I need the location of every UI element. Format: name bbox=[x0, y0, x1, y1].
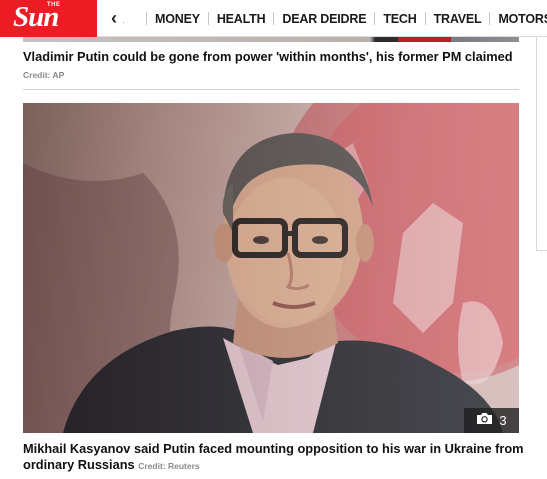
nav-item-tech[interactable]: TECH bbox=[366, 11, 417, 26]
nav-label: DEAR DEIDRE bbox=[282, 11, 367, 26]
nav-item-money[interactable]: MONEY bbox=[138, 12, 200, 26]
nav-divider bbox=[374, 12, 376, 25]
nav-divider bbox=[146, 12, 147, 25]
nav-label: MONEY bbox=[155, 11, 200, 26]
nav-divider bbox=[273, 12, 275, 25]
scrollbar-rail[interactable] bbox=[536, 37, 547, 251]
the-sun-logo[interactable]: THE Sun bbox=[0, 0, 97, 37]
divider bbox=[23, 89, 519, 90]
nav-label: HEALTH bbox=[216, 11, 266, 26]
previous-image-red-detail bbox=[398, 37, 451, 42]
nav-divider bbox=[207, 12, 209, 25]
nav-item-health[interactable]: HEALTH bbox=[200, 12, 266, 26]
nav-item-travel[interactable]: TRAVEL bbox=[417, 12, 482, 26]
nav-label: MOTORS bbox=[498, 11, 547, 26]
nav-item-motors[interactable]: MOTORS bbox=[481, 12, 547, 26]
nav-divider bbox=[424, 12, 426, 25]
image-credit: Credit: Reuters bbox=[138, 461, 200, 471]
logo-main-text: Sun bbox=[13, 1, 59, 33]
nav-item-dear-deidre[interactable]: DEAR DEIDRE bbox=[265, 11, 367, 26]
nav-items: MONEY HEALTH DEAR DEIDRE TECH TRAVEL MOT… bbox=[138, 0, 547, 37]
article-caption-main[interactable]: Mikhail Kasyanov said Putin faced mounti… bbox=[23, 441, 528, 474]
image-credit: Credit: AP bbox=[23, 70, 65, 80]
caption-text: Mikhail Kasyanov said Putin faced mounti… bbox=[23, 441, 524, 472]
top-nav: THE Sun ‹ · MONEY HEALTH DEAR DEIDRE TEC… bbox=[0, 0, 547, 37]
nav-overflow-dot: · bbox=[122, 17, 125, 27]
gallery-button[interactable]: 3 bbox=[464, 408, 519, 433]
nav-divider bbox=[489, 12, 491, 25]
article-photo[interactable] bbox=[23, 103, 519, 433]
camera-icon bbox=[476, 412, 493, 430]
nav-label: TECH bbox=[383, 11, 417, 26]
article-caption[interactable]: Vladimir Putin could be gone from power … bbox=[23, 49, 523, 65]
previous-image-strip[interactable] bbox=[23, 37, 519, 42]
photo-illustration bbox=[23, 103, 519, 433]
nav-label: TRAVEL bbox=[433, 11, 482, 26]
gallery-count: 3 bbox=[499, 413, 507, 428]
